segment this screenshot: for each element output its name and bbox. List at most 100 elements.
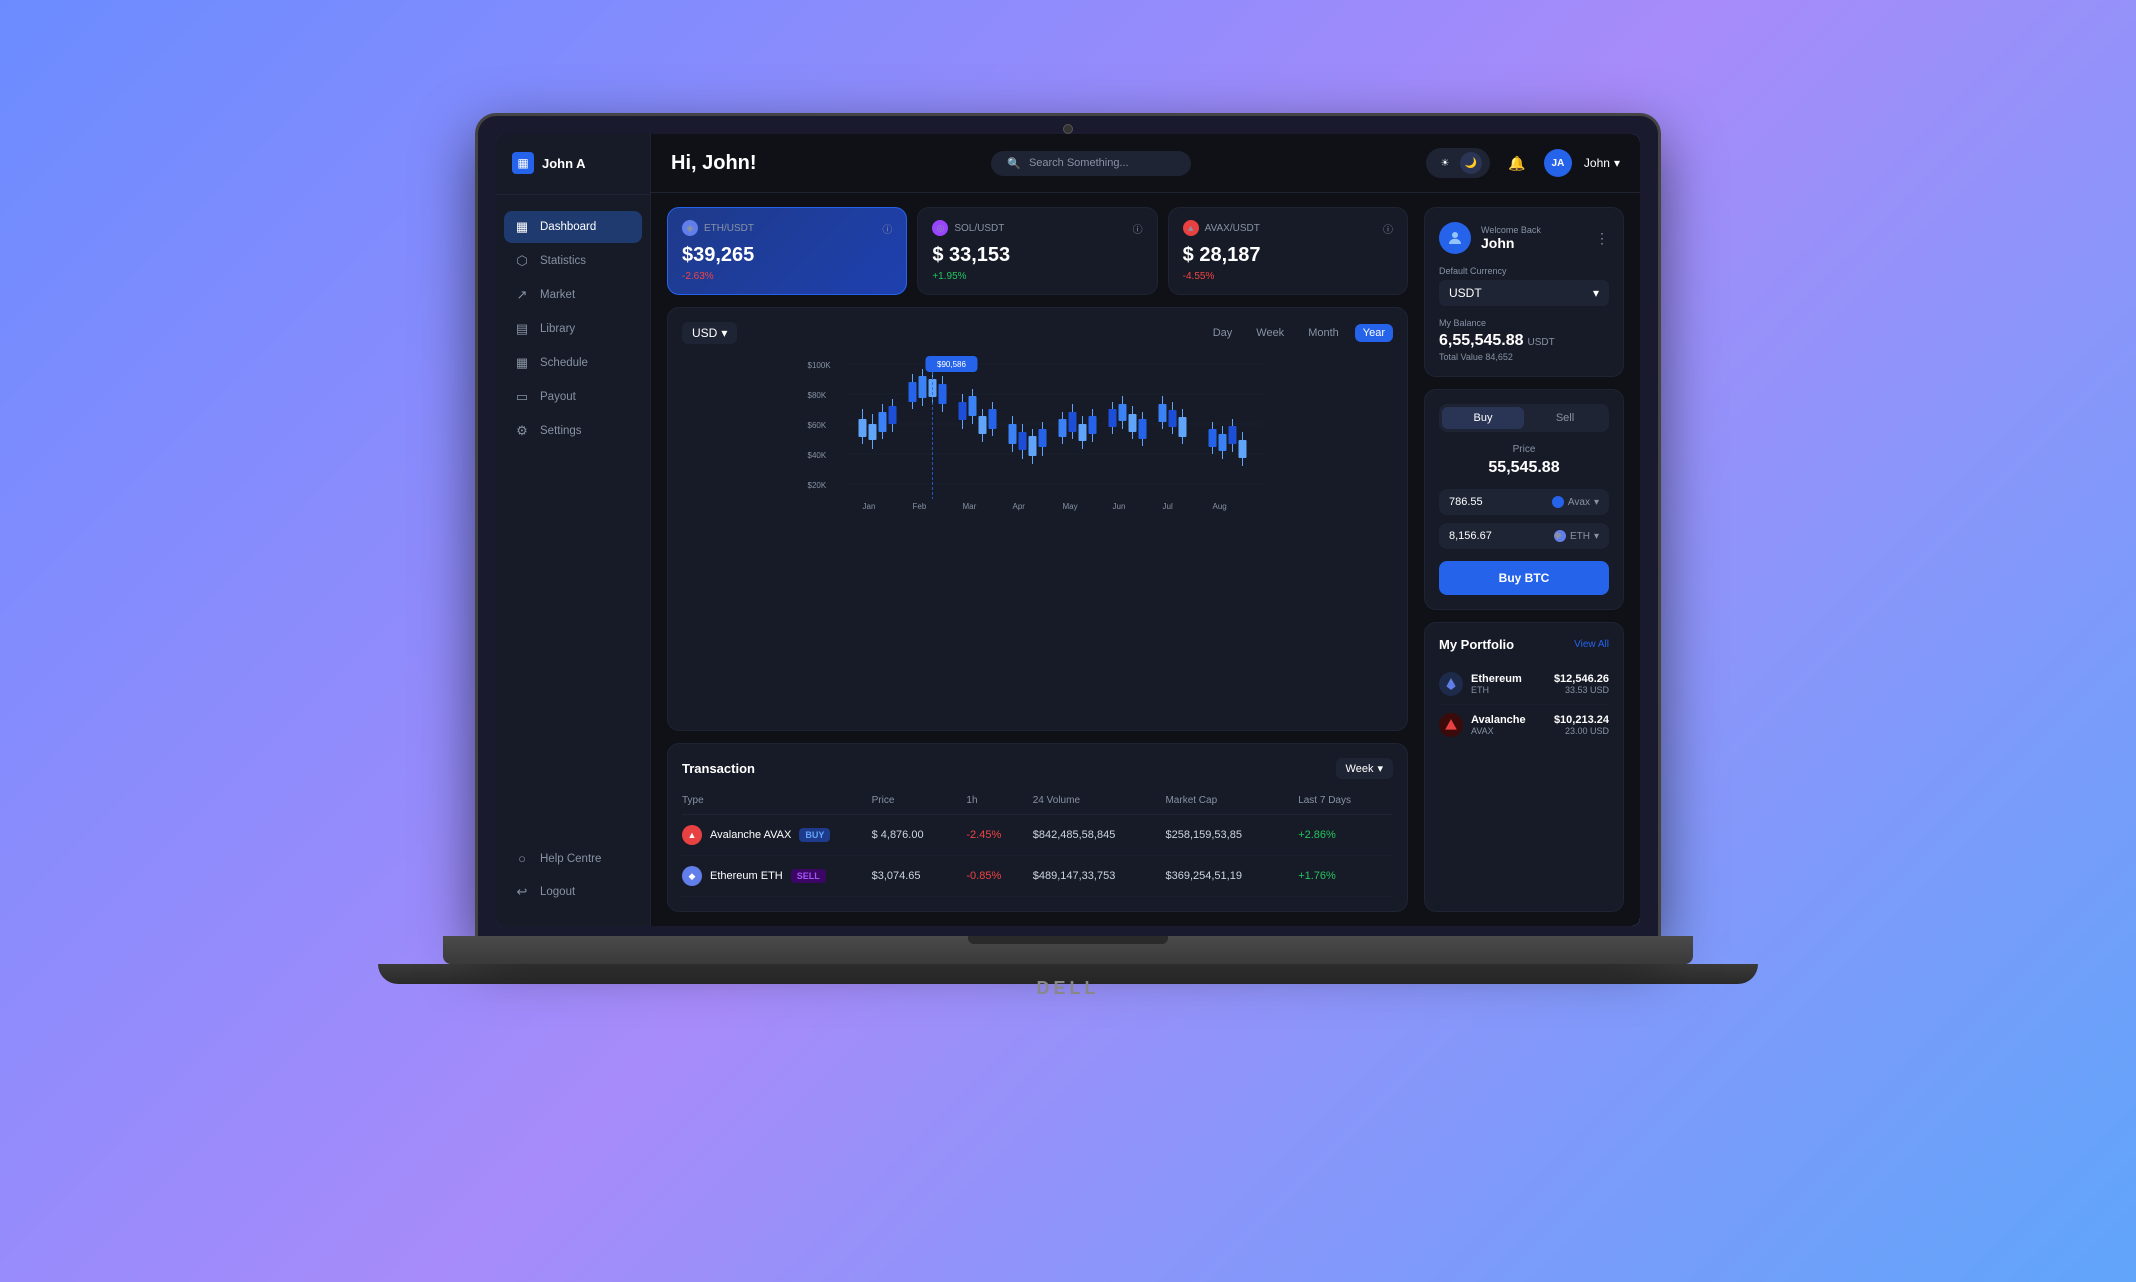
eth-icon: ◆ [682,220,698,236]
sidebar-item-dashboard[interactable]: ▦ Dashboard [504,211,642,243]
table-row: ▲ Avalanche AVAX BUY $ 4,876.00 -2.45% $… [682,815,1393,856]
last7-cell: +1.76% [1298,870,1393,882]
portfolio-symbol: AVAX [1471,726,1526,736]
avax-icon: ▲ [1183,220,1199,236]
sidebar-nav: ▦ Dashboard ⬡ Statistics ↗ Market ▤ [496,211,650,843]
time-tabs: Day Week Month Year [1205,324,1393,342]
ticker-card-sol[interactable]: ◎ SOL/USDT ⓘ $ 33,153 +1.95% [917,207,1157,295]
tab-year[interactable]: Year [1355,324,1393,342]
ticker-card-avax[interactable]: ▲ AVAX/USDT ⓘ $ 28,187 -4.55% [1168,207,1408,295]
last7-cell: +2.86% [1298,829,1393,841]
sidebar-item-help[interactable]: ○ Help Centre [504,843,642,874]
logo-icon: ▦ [512,152,534,174]
sidebar-item-label: Payout [540,391,576,403]
dashboard-icon: ▦ [514,219,530,235]
library-icon: ▤ [514,321,530,337]
transaction-title: Transaction [682,761,755,776]
crypto-cell: ▲ Avalanche AVAX BUY [682,825,872,845]
avax-dot [1552,496,1564,508]
currency-dropdown[interactable]: USDT ▾ [1439,280,1609,306]
input-row-2: 8,156.67 ◆ ETH ▾ [1439,523,1609,549]
buy-tab[interactable]: Buy [1442,407,1524,429]
sidebar: ▦ John A ▦ Dashboard ⬡ Statistics [496,134,651,926]
market-cap-cell: $258,159,53,85 [1165,829,1298,841]
trade-card: Buy Sell Price 55,545.88 786.55 Avax [1424,389,1624,610]
right-panel: Welcome Back John ⋮ Default Currency [1424,207,1624,912]
balance-section: My Balance 6,55,545.88 USDT Total Value … [1439,318,1609,362]
profile-header: Welcome Back John ⋮ [1439,222,1609,254]
tab-week[interactable]: Week [1248,324,1292,342]
svg-text:Jan: Jan [863,502,876,511]
portfolio-right: $10,213.24 23.00 USD [1554,714,1609,736]
input-currency-1[interactable]: Avax ▾ [1552,496,1599,508]
theme-toggle[interactable]: ☀ 🌙 [1426,148,1490,178]
total-value: Total Value 84,652 [1439,352,1609,362]
portfolio-usd: 23.00 USD [1554,726,1609,736]
header: Hi, John! 🔍 Search Something... ☀ 🌙 🔔 JA [651,134,1640,193]
week-selector[interactable]: Week ▾ [1336,758,1393,779]
search-placeholder: Search Something... [1029,157,1129,169]
sell-tab[interactable]: Sell [1524,407,1606,429]
user-menu[interactable]: John ▾ [1584,156,1620,170]
svg-text:$80K: $80K [808,391,827,400]
content-area: ◆ ETH/USDT ⓘ $39,265 -2.63% ◎ [651,193,1640,926]
sidebar-item-statistics[interactable]: ⬡ Statistics [504,245,642,277]
portfolio-header: My Portfolio View All [1439,637,1609,652]
ticker-cards: ◆ ETH/USDT ⓘ $39,265 -2.63% ◎ [667,207,1408,295]
ticker-symbol: ETH/USDT [704,223,754,234]
info-icon: ⓘ [1383,221,1393,236]
action-badge: SELL [791,869,826,883]
profile-text: Welcome Back John [1481,225,1541,251]
dark-mode-btn[interactable]: 🌙 [1460,152,1482,174]
info-icon: ⓘ [1133,221,1143,236]
sidebar-item-logout[interactable]: ↩ Logout [504,876,642,908]
volume-cell: $842,485,58,845 [1033,829,1166,841]
svg-text:Jun: Jun [1113,502,1126,511]
buy-btc-button[interactable]: Buy BTC [1439,561,1609,595]
sidebar-item-library[interactable]: ▤ Library [504,313,642,345]
currency-selector[interactable]: USD ▾ [682,322,737,344]
crypto-name: Ethereum ETH [710,870,783,882]
currency-label: Default Currency [1439,266,1609,276]
sidebar-item-schedule[interactable]: ▦ Schedule [504,347,642,379]
profile-info: Welcome Back John [1439,222,1541,254]
price-label: Price [1439,444,1609,455]
svg-text:May: May [1063,502,1078,511]
view-all-link[interactable]: View All [1574,639,1609,650]
ticker-header: ◎ SOL/USDT ⓘ [932,220,1142,236]
chevron-down-icon: ▾ [721,326,727,340]
tab-month[interactable]: Month [1300,324,1347,342]
ticker-price: $ 28,187 [1183,244,1393,267]
search-bar[interactable]: 🔍 Search Something... [991,151,1191,176]
market-cap-cell: $369,254,51,19 [1165,870,1298,882]
chart-controls: USD ▾ Day Week Month Year [682,322,1393,344]
balance-amount: 6,55,545.88 [1439,332,1524,350]
ticker-change: -4.55% [1183,271,1393,282]
chart-area: USD ▾ Day Week Month Year [667,307,1408,731]
portfolio-left: Ethereum ETH [1439,672,1522,696]
input-value-1[interactable]: 786.55 [1449,496,1483,508]
sidebar-item-label: Dashboard [540,221,596,233]
light-mode-btn[interactable]: ☀ [1434,152,1456,174]
ticker-price: $39,265 [682,244,892,267]
sidebar-item-label: Library [540,323,575,335]
profile-name: John [1481,235,1541,251]
left-panel: ◆ ETH/USDT ⓘ $39,265 -2.63% ◎ [667,207,1408,912]
portfolio-item-eth: Ethereum ETH $12,546.26 33.53 USD [1439,664,1609,705]
tab-day[interactable]: Day [1205,324,1241,342]
transaction-area: Transaction Week ▾ Type Price 1h [667,743,1408,912]
svg-text:$20K: $20K [808,481,827,490]
portfolio-left: Avalanche AVAX [1439,713,1526,737]
ticker-change: -2.63% [682,271,892,282]
input-currency-2[interactable]: ◆ ETH ▾ [1554,530,1599,542]
sidebar-item-payout[interactable]: ▭ Payout [504,381,642,413]
profile-avatar [1439,222,1471,254]
input-value-2[interactable]: 8,156.67 [1449,530,1492,542]
sidebar-item-market[interactable]: ↗ Market [504,279,642,311]
more-icon[interactable]: ⋮ [1595,230,1609,247]
portfolio-card: My Portfolio View All [1424,622,1624,912]
sidebar-item-settings[interactable]: ⚙ Settings [504,415,642,447]
ticker-card-eth[interactable]: ◆ ETH/USDT ⓘ $39,265 -2.63% [667,207,907,295]
ticker-price: $ 33,153 [932,244,1142,267]
notification-btn[interactable]: 🔔 [1502,148,1532,178]
